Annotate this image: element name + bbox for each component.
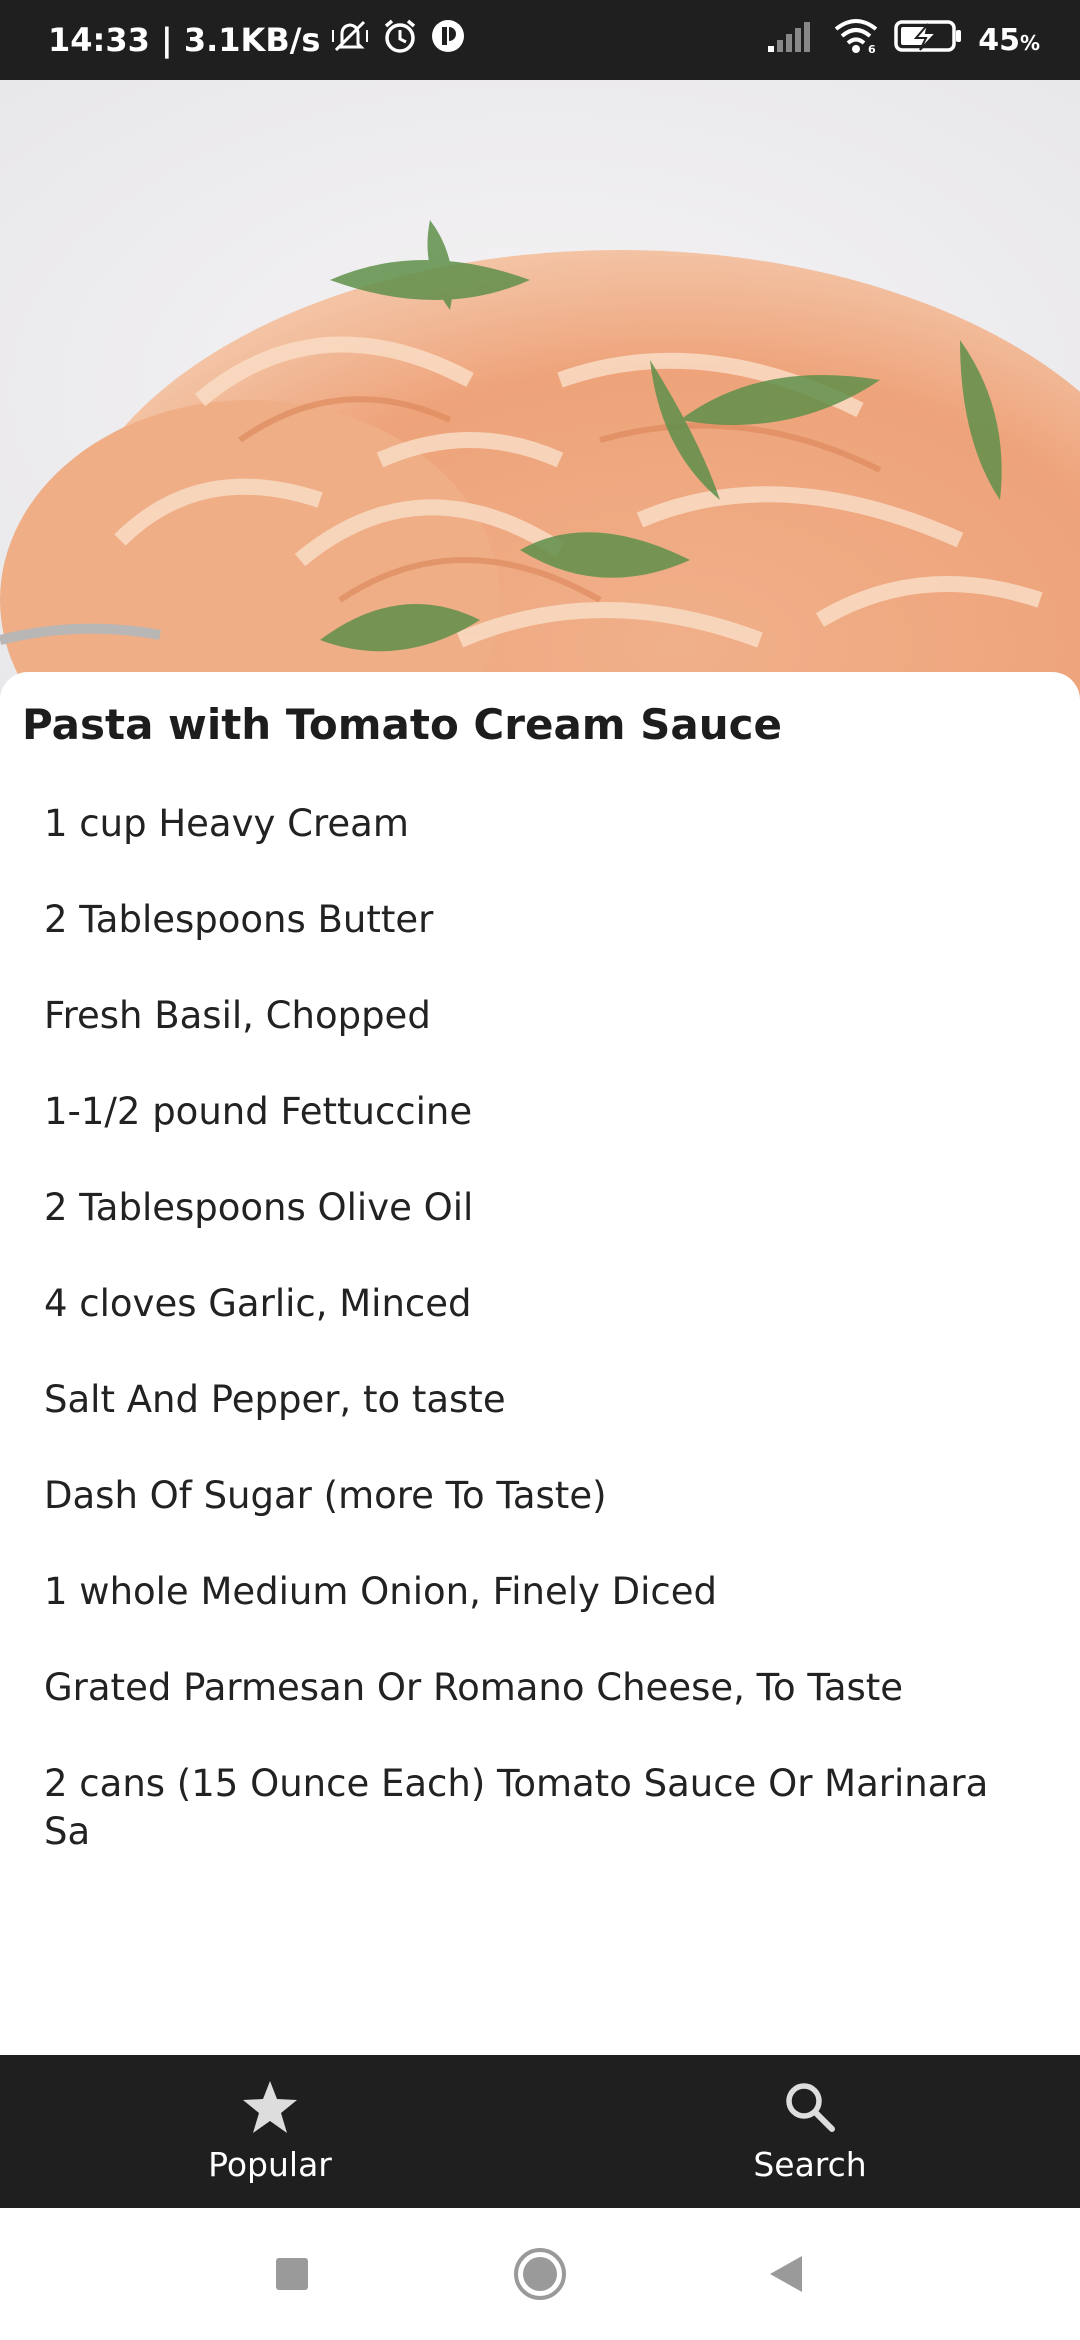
bottom-navigation: Popular Search	[0, 2055, 1080, 2208]
signal-icon	[766, 18, 818, 62]
ingredient-item: 2 Tablespoons Olive Oil	[44, 1186, 474, 1229]
battery-percent: 45%	[978, 22, 1040, 58]
ingredient-item: Dash Of Sugar (more To Taste)	[44, 1474, 607, 1517]
home-button[interactable]	[498, 2208, 582, 2340]
system-navigation-bar	[0, 2208, 1080, 2340]
ingredient-item: 2 cans (15 Ounce Each) Tomato Sauce Or M…	[44, 1762, 989, 1853]
square-icon	[276, 2258, 308, 2290]
app-notification-icon	[430, 18, 466, 62]
ingredient-item: Salt And Pepper, to taste	[44, 1378, 506, 1421]
ingredient-item: Fresh Basil, Chopped	[44, 994, 431, 1037]
ingredient-item: 1-1/2 pound Fettuccine	[44, 1090, 473, 1133]
ingredient-item: Grated Parmesan Or Romano Cheese, To Tas…	[44, 1666, 904, 1709]
wifi-icon: 6	[832, 17, 880, 63]
ingredient-list: 1 cup Heavy Cream 2 Tablespoons Butter F…	[44, 800, 1044, 1904]
nav-popular-label: Popular	[208, 2145, 332, 2184]
nav-popular-button[interactable]: Popular	[0, 2055, 540, 2208]
circle-icon	[514, 2248, 566, 2300]
ingredient-item: 4 cloves Garlic, Minced	[44, 1282, 472, 1325]
svg-text:6: 6	[868, 43, 876, 55]
nav-search-button[interactable]: Search	[540, 2055, 1080, 2208]
ingredient-item: 1 whole Medium Onion, Finely Diced	[44, 1570, 718, 1613]
recents-button[interactable]	[250, 2208, 334, 2340]
back-button[interactable]	[744, 2208, 828, 2340]
status-bar: 14:33 | 3.1KB/s 6 45%	[0, 0, 1080, 80]
ingredient-item: 1 cup Heavy Cream	[44, 802, 409, 845]
alarm-icon	[380, 16, 420, 64]
ingredient-item: 2 Tablespoons Butter	[44, 898, 434, 941]
mute-vibrate-icon	[330, 16, 370, 64]
nav-search-label: Search	[753, 2145, 867, 2184]
battery-charging-icon	[894, 18, 964, 62]
recipe-title: Pasta with Tomato Cream Sauce	[22, 700, 783, 749]
status-time: 14:33 | 3.1KB/s	[48, 21, 321, 59]
star-icon	[241, 2079, 299, 2139]
pasta-image	[0, 80, 1080, 700]
triangle-back-icon	[770, 2256, 802, 2292]
hero-image	[0, 80, 1080, 700]
status-left: 14:33 | 3.1KB/s	[48, 0, 466, 80]
status-right: 6 45%	[766, 0, 1040, 80]
search-icon	[782, 2079, 838, 2139]
